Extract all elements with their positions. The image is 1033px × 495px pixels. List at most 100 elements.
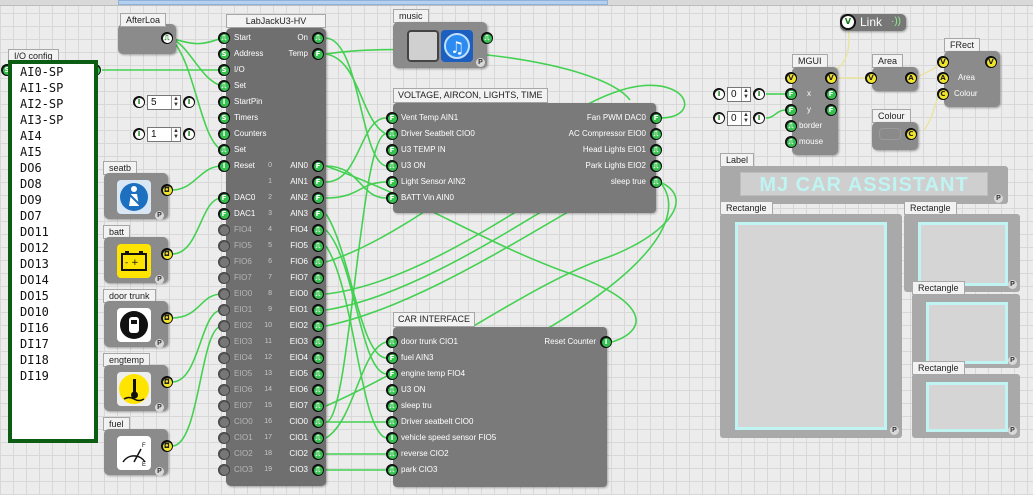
rect-props-icon[interactable]: P: [1008, 280, 1017, 289]
channel-out-pin[interactable]: ⎍: [312, 368, 324, 380]
door-trunk-out-pin[interactable]: ◘: [161, 312, 173, 324]
voltage-out-pin[interactable]: ⎍: [650, 128, 662, 140]
labjack-dac0-pin[interactable]: F: [218, 192, 230, 204]
io-config-list[interactable]: AI0-SP AI1-SP AI2-SP AI3-SP AI4 AI5 DO6 …: [8, 60, 98, 443]
labjack-on-pin[interactable]: ⎍: [312, 32, 324, 44]
x-stepper[interactable]: 0 ▲ ▼: [727, 87, 751, 102]
list-item[interactable]: AI3-SP: [12, 112, 94, 128]
car-in-pin[interactable]: ⎍: [386, 400, 398, 412]
channel-out-pin[interactable]: ⎍: [312, 288, 324, 300]
channel-out-pin[interactable]: F: [312, 192, 324, 204]
mgui-x-out-pin[interactable]: F: [825, 88, 837, 100]
voltage-out-pin[interactable]: ⎍: [650, 144, 662, 156]
list-item[interactable]: DO10: [12, 304, 94, 320]
rect-props-icon[interactable]: P: [890, 426, 899, 435]
startpin-out-pin[interactable]: I: [183, 96, 195, 108]
channel-out-pin[interactable]: ⎍: [312, 448, 324, 460]
list-item[interactable]: DO7: [12, 208, 94, 224]
rect-props-icon[interactable]: P: [1008, 356, 1017, 365]
labjack-eio2-in-pin[interactable]: [218, 320, 230, 332]
channel-out-pin[interactable]: ⎍: [312, 272, 324, 284]
labjack-temp-pin[interactable]: F: [312, 48, 324, 60]
labjack-start-pin[interactable]: ⎍: [218, 32, 230, 44]
counters-in-pin[interactable]: I: [133, 128, 145, 140]
channel-out-pin[interactable]: F: [312, 176, 324, 188]
labjack-timers-pin[interactable]: S: [218, 112, 230, 124]
labjack-startpin-pin[interactable]: I: [218, 96, 230, 108]
label-props-icon[interactable]: P: [994, 194, 1003, 203]
counters-out-pin[interactable]: I: [183, 128, 195, 140]
labjack-cio2-in-pin[interactable]: [218, 448, 230, 460]
labjack-fio6-in-pin[interactable]: [218, 256, 230, 268]
y-in-pin[interactable]: I: [713, 112, 725, 124]
labjack-eio3-in-pin[interactable]: [218, 336, 230, 348]
channel-out-pin[interactable]: ⎍: [312, 304, 324, 316]
car-in-pin[interactable]: ⎍: [386, 448, 398, 460]
music-out-pin[interactable]: ⎍: [481, 32, 493, 44]
list-item[interactable]: DI19: [12, 368, 94, 384]
frect-in-pin[interactable]: V: [937, 56, 949, 68]
voltage-in-pin[interactable]: F: [386, 112, 398, 124]
list-item[interactable]: DO14: [12, 272, 94, 288]
itunes-icon[interactable]: ♫: [441, 30, 473, 62]
door-trunk-props-icon[interactable]: P: [155, 339, 164, 348]
car-in-pin[interactable]: F: [386, 368, 398, 380]
voltage-out-pin[interactable]: ⎍: [650, 160, 662, 172]
music-props-icon[interactable]: P: [476, 58, 485, 67]
list-item[interactable]: DI18: [12, 352, 94, 368]
mgui-out-pin[interactable]: V: [825, 72, 837, 84]
mgui-x-pin[interactable]: F: [785, 88, 797, 100]
list-item[interactable]: DO9: [12, 192, 94, 208]
startpin-in-pin[interactable]: I: [133, 96, 145, 108]
labjack-set2-pin[interactable]: ⎍: [218, 144, 230, 156]
list-item[interactable]: AI2-SP: [12, 96, 94, 112]
colour-out-pin[interactable]: C: [905, 128, 917, 140]
labjack-address-pin[interactable]: S: [218, 48, 230, 60]
car-in-pin[interactable]: ⎍: [386, 336, 398, 348]
voltage-out-pin[interactable]: ⎍: [650, 176, 662, 188]
list-item[interactable]: DO6: [12, 160, 94, 176]
afterloa-out-pin[interactable]: ⎍: [161, 32, 173, 44]
channel-out-pin[interactable]: ⎍: [312, 416, 324, 428]
channel-out-pin[interactable]: ⎍: [312, 464, 324, 476]
labjack-eio0-in-pin[interactable]: [218, 288, 230, 300]
startpin-stepper[interactable]: 5 ▲ ▼: [147, 95, 181, 110]
list-item[interactable]: AI4: [12, 128, 94, 144]
labjack-reset-pin[interactable]: I: [218, 160, 230, 172]
list-item[interactable]: DI17: [12, 336, 94, 352]
x-in-pin[interactable]: I: [713, 88, 725, 100]
batt-props-icon[interactable]: P: [155, 275, 164, 284]
channel-out-pin[interactable]: F: [312, 160, 324, 172]
frect-area-pin[interactable]: A: [937, 72, 949, 84]
list-item[interactable]: DO11: [12, 224, 94, 240]
channel-out-pin[interactable]: ⎍: [312, 256, 324, 268]
channel-out-pin[interactable]: ⎍: [312, 336, 324, 348]
labjack-eio6-in-pin[interactable]: [218, 384, 230, 396]
channel-out-pin[interactable]: F: [312, 208, 324, 220]
mgui-y-pin[interactable]: F: [785, 104, 797, 116]
counters-stepper[interactable]: 1 ▲ ▼: [147, 127, 181, 142]
channel-out-pin[interactable]: ⎍: [312, 352, 324, 364]
y-out-pin[interactable]: I: [753, 112, 765, 124]
channel-out-pin[interactable]: ⎍: [312, 384, 324, 396]
labjack-fio7-in-pin[interactable]: [218, 272, 230, 284]
car-in-pin[interactable]: ⎍: [386, 384, 398, 396]
channel-out-pin[interactable]: ⎍: [312, 240, 324, 252]
car-in-pin[interactable]: ⎍: [386, 464, 398, 476]
list-item[interactable]: AI5: [12, 144, 94, 160]
labjack-fio4-in-pin[interactable]: [218, 224, 230, 236]
voltage-in-pin[interactable]: F: [386, 192, 398, 204]
seatb-props-icon[interactable]: P: [155, 211, 164, 220]
channel-out-pin[interactable]: ⎍: [312, 400, 324, 412]
area-out-pin[interactable]: A: [905, 72, 917, 84]
engtemp-props-icon[interactable]: P: [155, 403, 164, 412]
channel-out-pin[interactable]: ⎍: [312, 320, 324, 332]
labjack-set-pin[interactable]: ⎍: [218, 80, 230, 92]
fuel-out-pin[interactable]: ◘: [161, 440, 173, 452]
batt-out-pin[interactable]: ◘: [161, 248, 173, 260]
x-out-pin[interactable]: I: [753, 88, 765, 100]
colour-swatch[interactable]: [879, 128, 901, 140]
car-in-pin[interactable]: ⎍: [386, 416, 398, 428]
stop-icon[interactable]: [407, 30, 439, 62]
labjack-counters-pin[interactable]: I: [218, 128, 230, 140]
